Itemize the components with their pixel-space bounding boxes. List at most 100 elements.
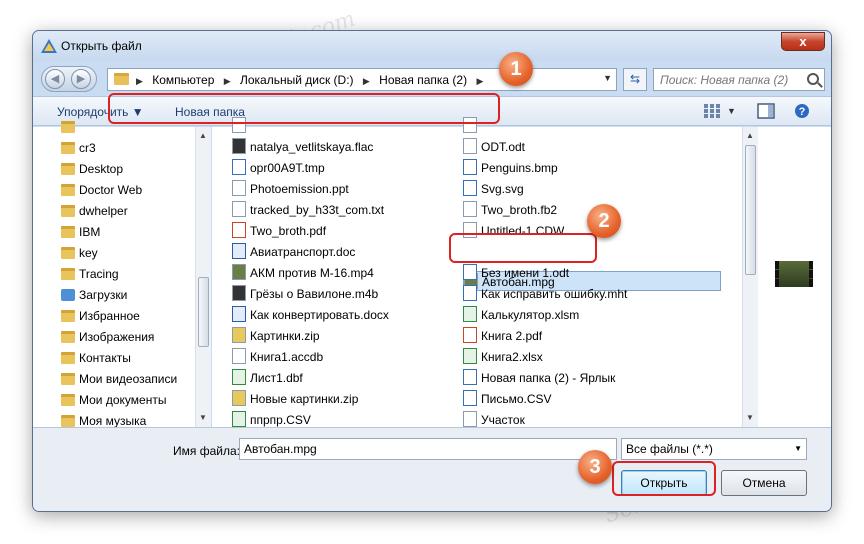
chevron-right-icon[interactable]: ▶ [363, 76, 370, 86]
sidebar-item-dwhelper[interactable]: dwhelper [61, 201, 128, 221]
list-item[interactable]: Авиатранспорт.doc [232, 242, 355, 262]
sidebar-item-downloads[interactable]: Загрузки [61, 285, 128, 305]
file-name: opr00A9T.tmp [250, 161, 325, 175]
folder-icon [61, 205, 75, 217]
preview-pane [758, 127, 831, 427]
sidebar-item-ibm[interactable]: IBM [61, 222, 100, 242]
preview-pane-icon[interactable] [757, 103, 775, 119]
cancel-button[interactable]: Отмена [721, 470, 807, 496]
word-file-icon [232, 306, 246, 322]
zip-file-icon [232, 390, 246, 406]
title-bar[interactable]: Открыть файл x [33, 31, 831, 61]
file-icon [463, 138, 477, 154]
list-item[interactable]: Книга 2.pdf [463, 326, 542, 346]
file-icon [463, 264, 477, 280]
breadcrumb-drive[interactable]: Локальный диск (D:) [240, 73, 354, 87]
folder-icon [61, 373, 75, 385]
file-list: natalya_vetlitskaya.flac opr00A9T.tmp Ph… [212, 117, 742, 427]
list-item[interactable]: natalya_vetlitskaya.flac [232, 137, 373, 157]
sidebar-item-label: Мои видеозаписи [79, 372, 178, 386]
scroll-down-icon[interactable]: ▼ [746, 413, 754, 422]
list-item[interactable]: Книга1.accdb [232, 347, 323, 367]
sidebar-item-label: Контакты [79, 351, 131, 365]
file-list-scrollbar[interactable]: ▲ ▼ [742, 127, 758, 427]
address-bar[interactable]: ▶ Компьютер ▶ Локальный диск (D:) ▶ Нова… [107, 68, 617, 91]
back-button[interactable]: ◀ [45, 69, 65, 89]
sidebar-item-favorites[interactable]: Избранное [61, 306, 140, 326]
step-badge-1: 1 [499, 52, 533, 86]
sidebar-item-pictures[interactable]: Изображения [61, 327, 154, 347]
chevron-down-icon[interactable]: ▼ [603, 73, 612, 83]
file-name: Как исправить ошибку.mht [481, 287, 628, 301]
sidebar-item-contacts[interactable]: Контакты [61, 348, 131, 368]
close-button[interactable]: x [781, 32, 825, 51]
list-item[interactable]: Без имени 1.odt [463, 263, 569, 283]
scroll-down-icon[interactable]: ▼ [199, 413, 207, 422]
scroll-up-icon[interactable]: ▲ [199, 131, 207, 140]
chevron-right-icon[interactable]: ▶ [476, 76, 483, 86]
sidebar-item-documents[interactable]: Мои документы [61, 390, 166, 410]
list-item[interactable]: Svg.svg [463, 179, 524, 199]
file-icon [463, 411, 477, 427]
browser-file-icon [463, 285, 477, 301]
view-grid-icon[interactable] [703, 103, 721, 119]
file-name: Svg.svg [481, 182, 524, 196]
list-item[interactable]: opr00A9T.tmp [232, 158, 325, 178]
sidebar-item-desktop[interactable]: Desktop [61, 159, 123, 179]
sidebar-item-label: Моя музыка [79, 414, 147, 428]
sidebar-scrollbar[interactable]: ▲ ▼ [195, 127, 211, 427]
file-name: Two_broth.fb2 [481, 203, 558, 217]
filename-input[interactable]: Автобан.mpg [239, 438, 617, 460]
scroll-thumb[interactable] [745, 145, 756, 275]
folder-icon [61, 184, 75, 196]
file-icon [232, 348, 246, 364]
list-item[interactable]: Грёзы о Вавилоне.m4b [232, 284, 378, 304]
breadcrumb-folder[interactable]: Новая папка (2) [379, 73, 467, 87]
scroll-thumb[interactable] [198, 277, 209, 347]
view-dropdown-icon[interactable]: ▼ [727, 106, 736, 116]
highlight-file [449, 233, 597, 263]
list-item[interactable]: Калькулятор.xlsm [463, 305, 579, 325]
file-name: Письмо.CSV [481, 392, 552, 406]
chevron-right-icon[interactable]: ▶ [224, 76, 231, 86]
list-item[interactable]: Two_broth.pdf [232, 221, 326, 241]
list-item[interactable]: Картинки.zip [232, 326, 320, 346]
search-icon[interactable] [807, 73, 819, 85]
scroll-up-icon[interactable]: ▲ [746, 131, 754, 140]
sidebar-item-label: Загрузки [79, 288, 128, 302]
highlight-address [108, 93, 500, 124]
sidebar-item-doctor-web[interactable]: Doctor Web [61, 180, 143, 200]
list-item[interactable]: Как исправить ошибку.mht [463, 284, 627, 304]
video-thumbnail [775, 261, 813, 287]
sidebar-item-tracing[interactable]: Tracing [61, 264, 119, 284]
breadcrumb-computer[interactable]: Компьютер [152, 73, 214, 87]
zip-file-icon [232, 327, 246, 343]
file-name: Без имени 1.odt [481, 266, 570, 280]
list-item[interactable]: ODT.odt [463, 137, 525, 157]
list-item[interactable]: Новые картинки.zip [232, 389, 358, 409]
sidebar-item-label: cr3 [79, 141, 96, 155]
step-badge-2: 2 [587, 204, 621, 238]
sidebar-item-label: Doctor Web [79, 183, 143, 197]
filetype-select[interactable]: Все файлы (*.*) [621, 438, 807, 460]
refresh-button[interactable]: ⇆ [623, 68, 647, 91]
list-item[interactable]: АКМ против М-16.mp4 [232, 263, 374, 283]
list-item[interactable]: Лист1.dbf [232, 368, 303, 388]
help-icon[interactable]: ? [793, 103, 811, 119]
list-item[interactable]: Книга2.xlsx [463, 347, 543, 367]
forward-button[interactable]: ▶ [71, 69, 91, 89]
sidebar-item-key[interactable]: key [61, 243, 98, 263]
list-item[interactable]: Письмо.CSV [463, 389, 552, 409]
list-item[interactable]: Как конвертировать.docx [232, 305, 389, 325]
list-item[interactable]: Photoemission.ppt [232, 179, 349, 199]
list-item[interactable]: Two_broth.fb2 [463, 200, 557, 220]
step-badge-3: 3 [578, 450, 612, 484]
sidebar-item-videos[interactable]: Мои видеозаписи [61, 369, 178, 389]
file-name: Грёзы о Вавилоне.m4b [250, 287, 379, 301]
list-item[interactable]: Новая папка (2) - Ярлык [463, 368, 615, 388]
video-file-icon [232, 264, 246, 280]
list-item[interactable]: tracked_by_h33t_com.txt [232, 200, 384, 220]
list-item[interactable]: Penguins.bmp [463, 158, 558, 178]
sidebar-item-cr3[interactable]: cr3 [61, 138, 96, 158]
search-input[interactable]: Поиск: Новая папка (2) [653, 68, 825, 91]
